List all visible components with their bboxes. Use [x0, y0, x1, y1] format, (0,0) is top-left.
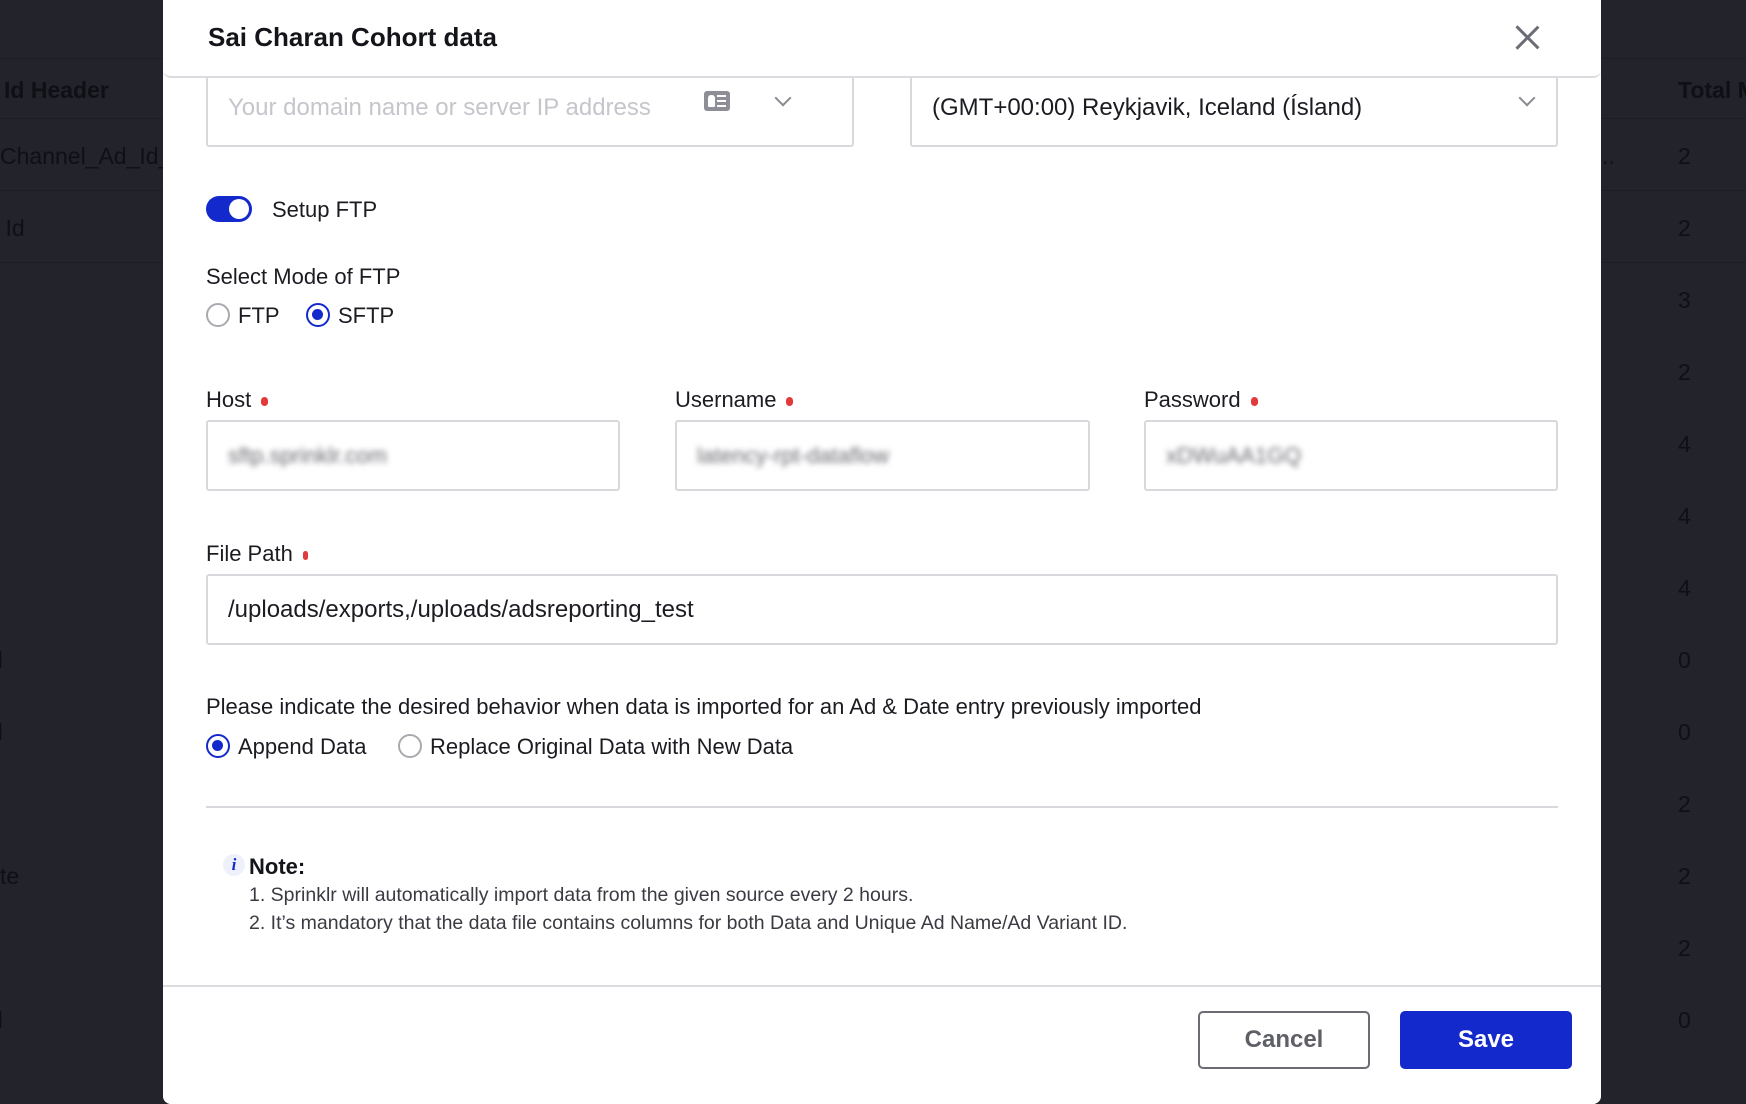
append-data-radio[interactable] — [206, 734, 230, 758]
sftp-radio[interactable] — [306, 303, 330, 327]
ftp-radio-label[interactable]: FTP — [238, 303, 280, 329]
host-value: sftp.sprinklr.com — [228, 442, 387, 468]
password-value: xDWuAA1GQ — [1166, 442, 1302, 468]
table-cell: 2 — [1678, 791, 1691, 817]
modal-title: Sai Charan Cohort data — [208, 22, 497, 52]
replace-data-label[interactable]: Replace Original Data with New Data — [430, 734, 793, 760]
cancel-button[interactable]: Cancel — [1198, 1011, 1370, 1069]
username-label: Username — [675, 387, 794, 413]
modal-footer: Cancel Save — [163, 985, 1601, 1104]
table-cell: Channel_Ad_Id_ — [0, 143, 172, 169]
setup-ftp-toggle[interactable] — [206, 196, 252, 222]
password-input[interactable]: xDWuAA1GQ — [1144, 420, 1558, 491]
username-input[interactable]: latency-rpt-dataflow — [675, 420, 1090, 491]
timezone-value: (GMT+00:00) Reykjavik, Iceland (Ísland) — [932, 93, 1363, 121]
setup-ftp-label: Setup FTP — [272, 197, 378, 222]
host-label: Host — [206, 387, 269, 413]
note-line: 1. Sprinklr will automatically import da… — [249, 884, 914, 906]
note-line: 2. It’s mandatory that the data file con… — [249, 912, 1128, 934]
behavior-label: Please indicate the desired behavior whe… — [206, 694, 1202, 719]
table-cell: 2 — [1678, 359, 1691, 385]
info-icon: i — [223, 854, 245, 876]
host-input[interactable]: sftp.sprinklr.com — [206, 420, 620, 491]
table-cell: 2 — [1678, 143, 1691, 169]
chevron-down-icon — [1518, 89, 1536, 107]
file-path-input[interactable]: /uploads/exports,/uploads/adsreporting_t… — [206, 574, 1558, 645]
file-path-value: /uploads/exports,/uploads/adsreporting_t… — [228, 595, 694, 623]
section-divider — [206, 806, 1558, 808]
ftp-radio[interactable] — [206, 303, 230, 327]
save-button[interactable]: Save — [1400, 1011, 1572, 1069]
modal-header: Sai Charan Cohort data — [163, 0, 1601, 78]
file-path-label: File Path — [206, 541, 308, 567]
table-cell: 3 — [1678, 287, 1691, 313]
table-cell: d — [0, 647, 3, 674]
table-header-total: Total M — [1678, 77, 1746, 103]
contact-card-icon[interactable] — [704, 91, 730, 111]
table-cell: 0 — [1678, 647, 1691, 673]
table-cell: te — [0, 863, 20, 889]
append-data-label[interactable]: Append Data — [238, 734, 366, 760]
note-title: Note: — [249, 854, 306, 879]
ftp-mode-label: Select Mode of FTP — [206, 264, 401, 289]
truncation: .. — [1602, 143, 1615, 169]
required-indicator — [302, 550, 308, 560]
table-cell: 2 — [1678, 935, 1691, 961]
username-label-text: Username — [675, 387, 777, 412]
table-cell: 4 — [1678, 431, 1691, 457]
sftp-radio-label[interactable]: SFTP — [338, 303, 394, 329]
table-cell: 2 — [1678, 215, 1691, 241]
table-cell: 4 — [1678, 575, 1691, 601]
file-path-label-text: File Path — [206, 541, 293, 566]
close-icon[interactable] — [1513, 24, 1541, 52]
table-cell: l Id — [0, 215, 25, 241]
required-indicator — [261, 396, 269, 406]
password-label-text: Password — [1144, 387, 1241, 412]
table-header-id: Id Header — [4, 77, 109, 103]
required-indicator — [1250, 396, 1258, 406]
password-label: Password — [1144, 387, 1258, 413]
ftp-settings-modal: Sai Charan Cohort data Your domain name … — [163, 0, 1601, 1104]
username-value: latency-rpt-dataflow — [697, 442, 889, 468]
table-cell: 2 — [1678, 863, 1691, 889]
table-cell: d — [0, 719, 3, 746]
table-cell: d — [0, 1007, 3, 1034]
table-cell: 4 — [1678, 503, 1691, 529]
table-cell: 0 — [1678, 719, 1691, 745]
required-indicator — [786, 396, 794, 406]
domain-placeholder: Your domain name or server IP address — [228, 93, 651, 121]
replace-data-radio[interactable] — [398, 734, 422, 758]
host-label-text: Host — [206, 387, 252, 412]
table-cell: 0 — [1678, 1007, 1691, 1033]
